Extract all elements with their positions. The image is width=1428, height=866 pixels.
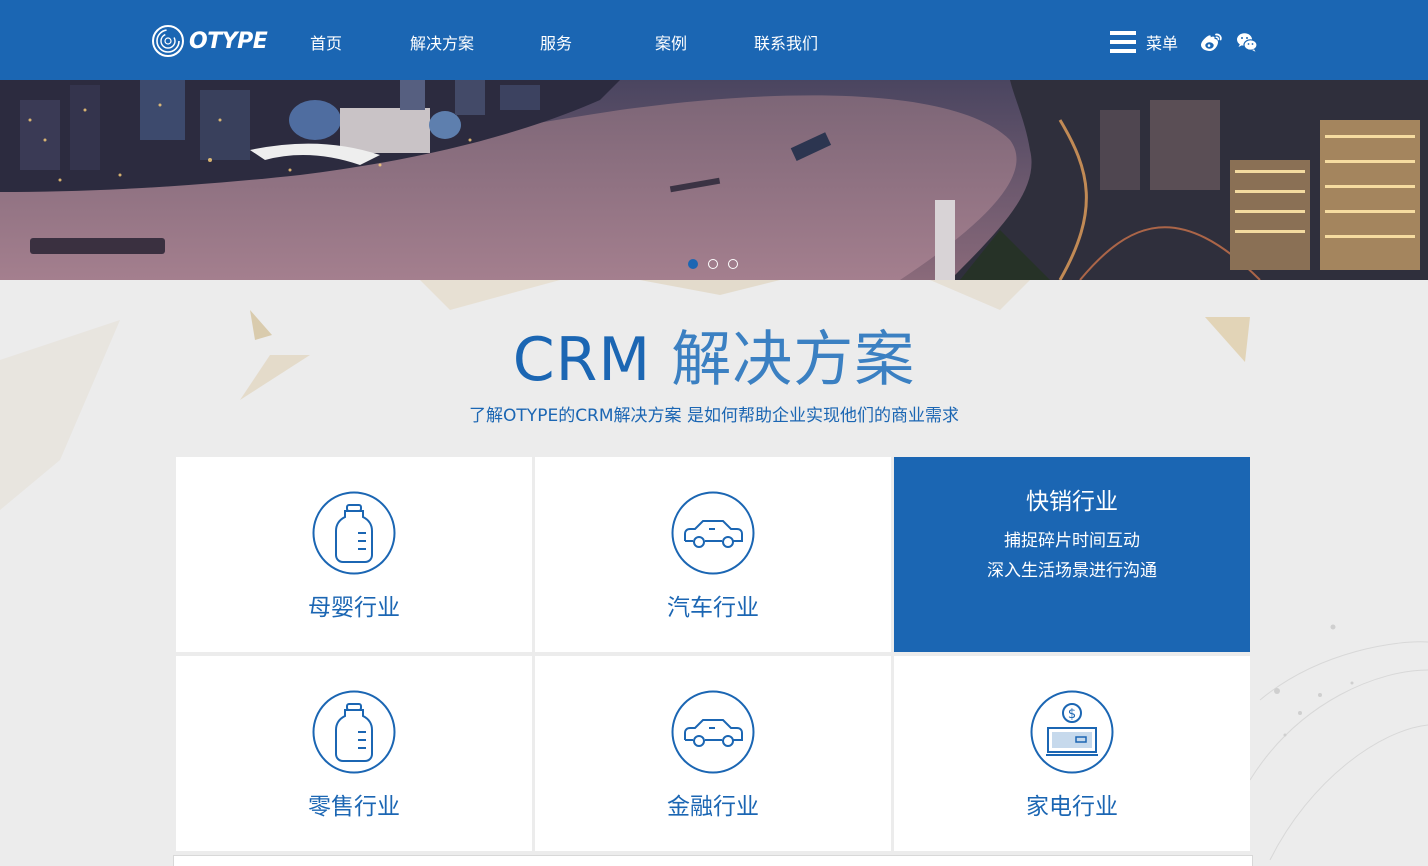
industry-label: 快销行业 — [1026, 489, 1118, 515]
header-actions: 菜单 — [1110, 29, 1258, 55]
nav-item-solutions[interactable]: 解决方案 — [410, 30, 474, 54]
baby-bottle-icon — [312, 690, 396, 774]
industry-card-auto[interactable]: 汽车行业 — [535, 457, 891, 652]
section-title-en: CRM — [512, 325, 652, 395]
logo[interactable]: OTYPE — [151, 23, 268, 59]
industry-card-finance[interactable]: 金融行业 — [535, 656, 891, 851]
industry-desc-line-1: 捕捉碎片时间互动 — [1004, 531, 1140, 551]
logo-swirl-icon — [152, 25, 184, 57]
city-river-scene — [0, 80, 1428, 280]
industry-label: 零售行业 — [308, 794, 400, 820]
menu-icon[interactable] — [1110, 31, 1136, 53]
car-icon — [671, 690, 755, 774]
industry-card-retail[interactable]: 零售行业 — [176, 656, 532, 851]
industry-card-maternity[interactable]: 母婴行业 — [176, 457, 532, 652]
svg-text:$: $ — [1068, 707, 1076, 722]
industry-label: 家电行业 — [1026, 794, 1118, 820]
industry-card-appliance[interactable]: $ 家电行业 — [894, 656, 1250, 851]
carousel-dot-2[interactable] — [708, 259, 718, 269]
nav-item-contact[interactable]: 联系我们 — [754, 30, 818, 54]
industry-label: 母婴行业 — [308, 595, 400, 621]
money-card-icon: $ — [1030, 690, 1114, 774]
nav-item-cases[interactable]: 案例 — [655, 30, 687, 54]
carousel-dot-1[interactable] — [688, 259, 698, 269]
carousel-dot-3[interactable] — [728, 259, 738, 269]
industry-desc-line-2: 深入生活场景进行沟通 — [987, 561, 1157, 581]
baby-bottle-icon — [312, 491, 396, 575]
industry-card-fmcg[interactable]: 快销行业 捕捉碎片时间互动 深入生活场景进行沟通 — [894, 457, 1250, 652]
wechat-icon[interactable] — [1236, 31, 1258, 53]
top-navbar: OTYPE 首页 解决方案 服务 案例 联系我们 菜单 — [0, 0, 1428, 80]
section-subtitle: 了解OTYPE的CRM解决方案 是如何帮助企业实现他们的商业需求 — [469, 406, 959, 426]
section-title: CRM 解决方案 — [0, 322, 1428, 398]
hero-banner-image — [0, 80, 1428, 280]
industry-label: 金融行业 — [667, 794, 759, 820]
industry-label: 汽车行业 — [667, 595, 759, 621]
logo-text: OTYPE — [189, 28, 268, 54]
section-title-zh: 解决方案 — [671, 325, 916, 395]
weibo-icon[interactable] — [1200, 31, 1224, 53]
nav-item-home[interactable]: 首页 — [310, 30, 342, 54]
menu-label[interactable]: 菜单 — [1146, 30, 1178, 54]
nav-item-services[interactable]: 服务 — [540, 30, 572, 54]
next-section-edge — [173, 855, 1253, 866]
car-icon — [671, 491, 755, 575]
